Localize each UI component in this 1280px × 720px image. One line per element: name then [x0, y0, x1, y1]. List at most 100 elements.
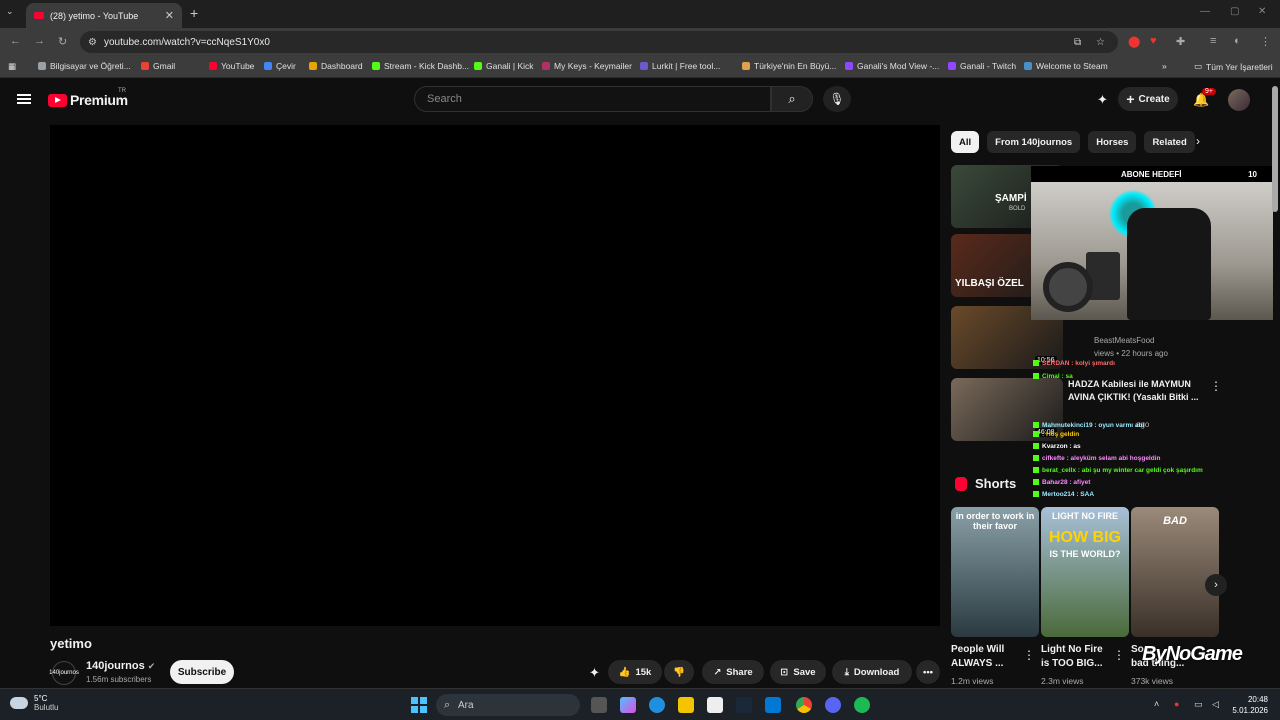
- tab-close-icon[interactable]: ✕: [165, 9, 174, 22]
- volume-icon[interactable]: ◁: [1212, 699, 1219, 710]
- premium-sparkle-icon[interactable]: ✦: [589, 665, 600, 681]
- video-player[interactable]: [50, 125, 940, 626]
- short-title[interactable]: People Will: [951, 643, 1004, 657]
- maximize-icon[interactable]: ▢: [1230, 6, 1239, 17]
- bookmark-item[interactable]: YouTube: [209, 61, 254, 71]
- network-icon[interactable]: ▭: [1194, 699, 1203, 710]
- bookmark-item[interactable]: Ganali's Mod View -...: [845, 61, 939, 71]
- stream-overlay: ABONE HEDEFİ 10: [1031, 166, 1273, 320]
- short-thumb-text: LIGHT NO FIRE: [1052, 511, 1118, 521]
- save-button[interactable]: ⊡ Save: [770, 660, 826, 684]
- bookmark-item[interactable]: Çevir: [264, 61, 296, 71]
- browser-tab-youtube[interactable]: (28) yetimo - YouTube ✕: [26, 3, 182, 28]
- bookmark-item[interactable]: Bilgisayar ve Öğreti...: [38, 61, 131, 71]
- bookmark-favicon-icon: [372, 62, 380, 70]
- address-bar[interactable]: ⚙ youtube.com/watch?v=ccNqeS1Y0x0 ⧉ ☆: [80, 31, 1118, 53]
- bookmark-item[interactable]: Welcome to Steam: [1024, 61, 1108, 71]
- mic-tray-icon[interactable]: ●: [1174, 699, 1179, 709]
- short-thumbnail[interactable]: LIGHT NO FIRE HOW BIG IS THE WORLD?: [1041, 507, 1129, 637]
- premium-gem-icon[interactable]: ✦: [1097, 92, 1108, 108]
- mail-icon[interactable]: [765, 697, 781, 713]
- search-placeholder: Search: [427, 93, 462, 105]
- site-info-icon[interactable]: ⚙: [88, 37, 97, 48]
- edge-icon[interactable]: [649, 697, 665, 713]
- extension-red-icon[interactable]: ⬤: [1128, 35, 1140, 48]
- short-thumbnail[interactable]: BAD: [1131, 507, 1219, 637]
- more-actions-button[interactable]: •••: [916, 660, 940, 684]
- reload-icon[interactable]: ↻: [58, 35, 67, 48]
- system-clock[interactable]: 20:48 5.01.2026: [1230, 694, 1268, 716]
- account-avatar[interactable]: [1228, 89, 1250, 111]
- new-tab-button[interactable]: +: [190, 5, 198, 21]
- chrome-icon[interactable]: [796, 697, 812, 713]
- share-button[interactable]: ↗ Share: [702, 660, 764, 684]
- windows-start-icon[interactable]: [411, 697, 427, 713]
- bookmark-item[interactable]: Stream - Kick Dashb...: [372, 61, 469, 71]
- chrome-menu-icon[interactable]: ⋮: [1260, 35, 1271, 48]
- bookmark-item[interactable]: Ganali - Twitch: [948, 61, 1016, 71]
- channel-avatar[interactable]: 140journos: [49, 661, 79, 685]
- like-button[interactable]: 👍 15k: [608, 660, 662, 684]
- file-explorer-icon[interactable]: [678, 697, 694, 713]
- kick-badge-icon: [1033, 373, 1039, 380]
- related-video-title-line2[interactable]: AVINA ÇIKTIK! (Yasaklı Bitki ...: [1068, 392, 1199, 402]
- chip-from-channel[interactable]: From 140journos: [987, 131, 1081, 153]
- bookmark-item[interactable]: Ganali | Kick: [474, 61, 534, 71]
- more-options-icon[interactable]: ⋮: [1113, 648, 1125, 662]
- chat-message-text: Bahar28 : afiyet: [1042, 479, 1091, 486]
- bookmark-favicon-icon: [948, 62, 956, 70]
- cast-icon[interactable]: ⧉: [1074, 37, 1081, 48]
- apps-grid-icon[interactable]: ▦: [8, 61, 16, 72]
- scrollbar[interactable]: [1272, 86, 1278, 212]
- spotify-icon[interactable]: [854, 697, 870, 713]
- tab-groups-icon[interactable]: ≡: [1210, 35, 1216, 47]
- weather-widget[interactable]: 5°C Bulutlu: [10, 694, 58, 712]
- bookmark-star-icon[interactable]: ☆: [1096, 37, 1105, 48]
- more-options-icon[interactable]: ⋮: [1210, 379, 1222, 393]
- forward-icon[interactable]: →: [34, 35, 45, 47]
- chip-related[interactable]: Related: [1144, 131, 1195, 153]
- bookmark-item[interactable]: My Keys - Keymailer: [542, 61, 632, 71]
- verified-icon: ✔: [147, 661, 156, 671]
- subscribe-button[interactable]: Subscribe: [170, 660, 234, 684]
- minimize-icon[interactable]: —: [1200, 6, 1210, 17]
- discord-icon[interactable]: [825, 697, 841, 713]
- related-video-title[interactable]: HADZA Kabilesi ile MAYMUN: [1068, 379, 1191, 389]
- youtube-premium-logo[interactable]: Premium TR: [48, 88, 128, 108]
- search-button[interactable]: ⌕: [771, 86, 813, 112]
- chip-all[interactable]: All: [951, 131, 980, 153]
- dislike-button[interactable]: 👎: [664, 660, 694, 684]
- create-button[interactable]: + Create: [1118, 87, 1178, 111]
- bookmark-item[interactable]: Dashboard: [309, 61, 363, 71]
- extensions-puzzle-icon[interactable]: ✚: [1176, 35, 1185, 48]
- all-bookmarks-folder[interactable]: ▭ Tüm Yer İşaretleri: [1194, 61, 1273, 72]
- profile-icon[interactable]: ◐: [1234, 35, 1241, 47]
- short-title-line2[interactable]: is TOO BIG...: [1041, 657, 1103, 671]
- extension-heart-icon[interactable]: ♥: [1150, 35, 1157, 47]
- copilot-icon[interactable]: [620, 697, 636, 713]
- bookmarks-overflow-button[interactable]: »: [1162, 61, 1167, 71]
- short-title-line2[interactable]: ALWAYS ...: [951, 657, 1003, 671]
- short-title[interactable]: Light No Fire: [1041, 643, 1103, 657]
- more-options-icon[interactable]: ⋮: [1023, 648, 1035, 662]
- taskbar-search[interactable]: Ara: [436, 694, 580, 716]
- bookmark-item[interactable]: Lurkit | Free tool...: [640, 61, 720, 71]
- voice-search-button[interactable]: 🎙: [823, 86, 851, 112]
- bookmark-item[interactable]: Türkiye'nin En Büyü...: [742, 61, 836, 71]
- back-icon[interactable]: ←: [10, 35, 21, 47]
- shorts-next-button[interactable]: ›: [1205, 574, 1227, 596]
- channel-name[interactable]: 140journos ✔: [86, 660, 155, 672]
- hamburger-menu-icon[interactable]: [17, 94, 31, 104]
- store-icon[interactable]: [707, 697, 723, 713]
- search-input[interactable]: Search: [414, 86, 771, 112]
- chevron-right-icon[interactable]: ›: [1196, 134, 1200, 148]
- steam-icon[interactable]: [736, 697, 752, 713]
- task-view-icon[interactable]: [591, 697, 607, 713]
- window-close-icon[interactable]: ✕: [1258, 6, 1266, 17]
- bookmark-item[interactable]: Gmail: [141, 61, 175, 71]
- tray-chevron-icon[interactable]: ˄: [1154, 699, 1159, 709]
- chip-horses[interactable]: Horses: [1088, 131, 1137, 153]
- tab-search-icon[interactable]: ⌄: [6, 6, 14, 17]
- download-button[interactable]: ⤓ Download: [832, 660, 912, 684]
- short-thumbnail[interactable]: in order to work in their favor: [951, 507, 1039, 637]
